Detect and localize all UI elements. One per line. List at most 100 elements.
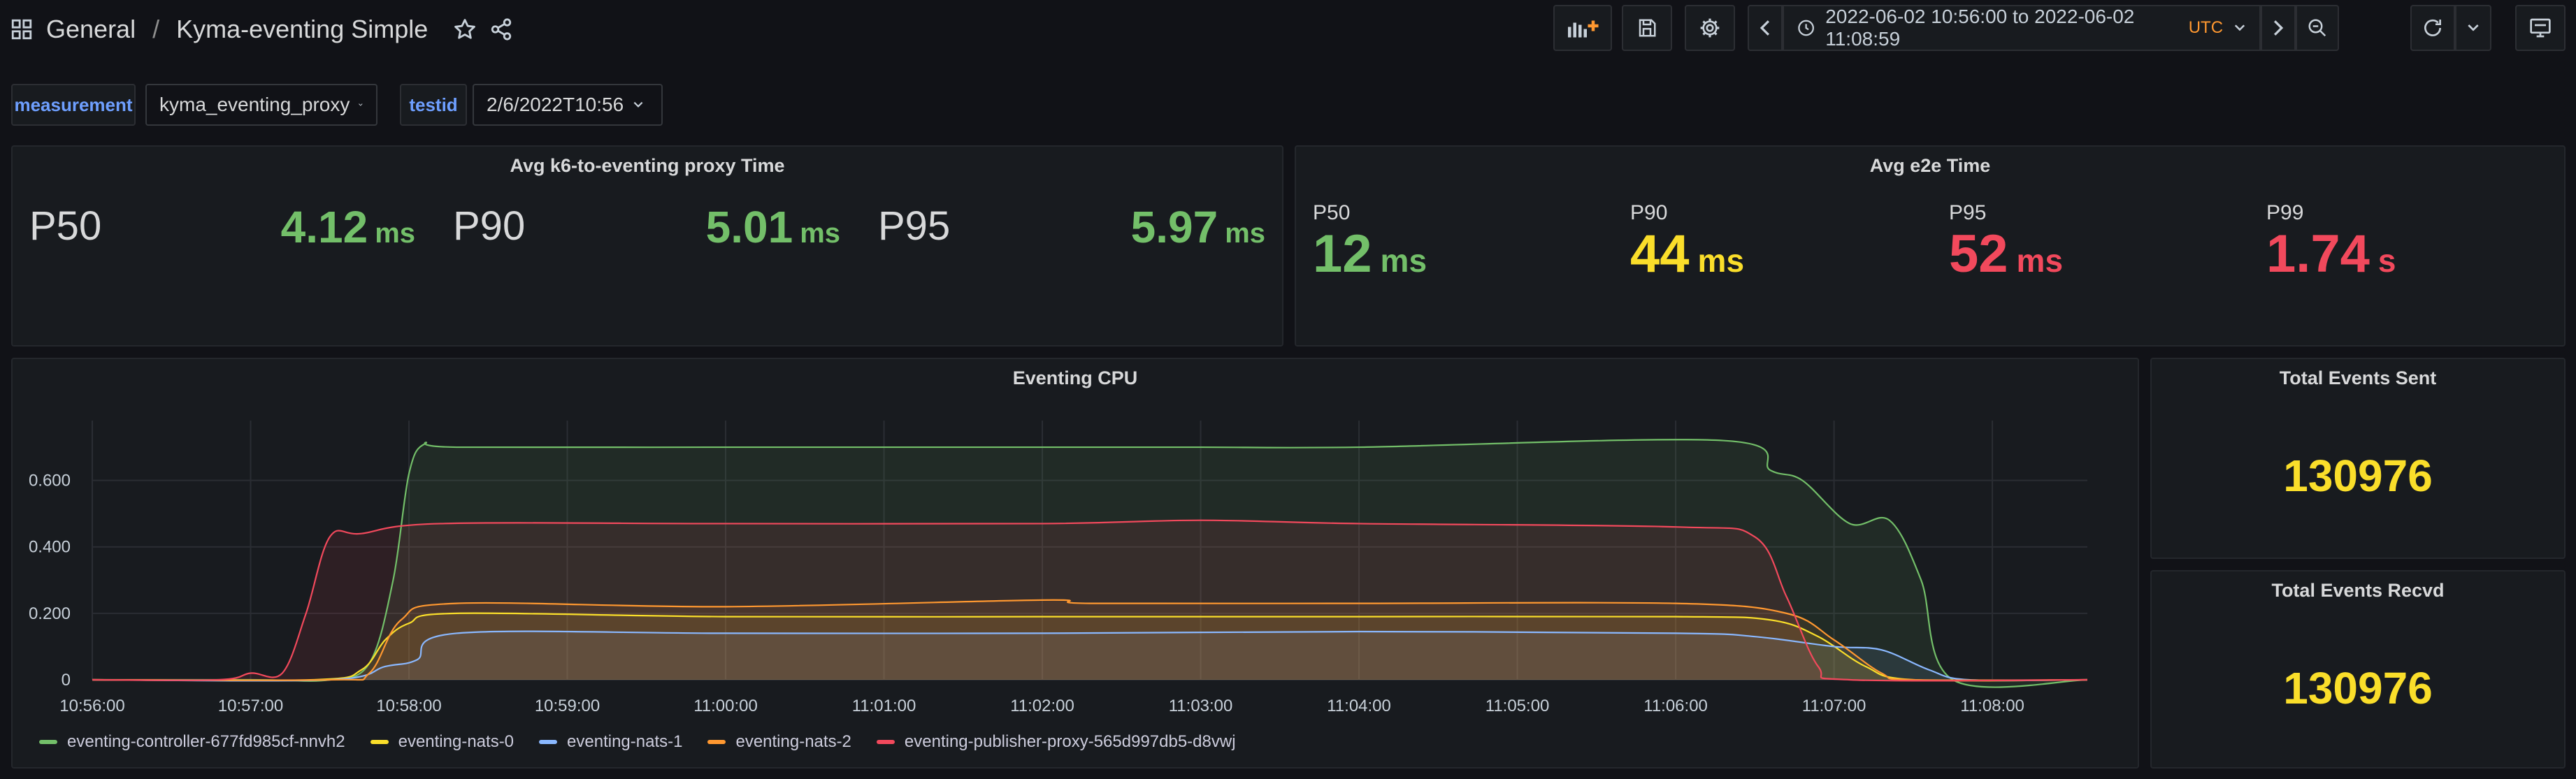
breadcrumb-separator: / xyxy=(152,15,160,43)
legend-swatch xyxy=(876,740,895,744)
save-icon xyxy=(1639,19,1656,37)
stat-unit: ms xyxy=(800,218,840,249)
chevron-down-icon xyxy=(2468,24,2479,31)
total-events-recvd-value: 130976 xyxy=(2283,663,2433,713)
stat-unit: ms xyxy=(1225,218,1265,249)
x-tick-label: 11:06:00 xyxy=(1643,697,1708,715)
stat-unit: ms xyxy=(1697,242,1745,279)
tv-mode-button[interactable] xyxy=(2515,5,2566,51)
dashboard-title[interactable]: Kyma-eventing Simple xyxy=(176,15,428,44)
y-tick-label: 0 xyxy=(62,671,71,690)
variable-label-measurement: measurement xyxy=(11,84,136,126)
x-tick-label: 11:04:00 xyxy=(1327,697,1391,715)
y-tick-label: 0.200 xyxy=(29,604,71,623)
legend-label: eventing-nats-1 xyxy=(567,732,683,751)
e2e-label-p95: P95 xyxy=(1949,201,1987,224)
dashboard-settings-button[interactable] xyxy=(1685,5,1735,51)
panel-title: Total Events Sent xyxy=(2279,367,2437,388)
chevron-down-icon xyxy=(2234,24,2245,31)
total-events-sent-panel[interactable]: Total Events Sent 130976 xyxy=(2150,358,2566,559)
time-range-picker[interactable]: 2022-06-02 10:56:00 to 2022-06-02 11:08:… xyxy=(1783,5,2261,51)
stat-number: 44 xyxy=(1630,224,1690,284)
e2e-label-p90: P90 xyxy=(1630,201,1668,224)
stat-value-p50: 4.12 ms xyxy=(281,201,415,253)
x-tick-label: 11:01:00 xyxy=(852,697,916,715)
refresh-interval-dropdown[interactable] xyxy=(2455,5,2491,51)
x-tick-label: 11:08:00 xyxy=(1960,697,2024,715)
stat-unit: ms xyxy=(1380,242,1427,279)
refresh-icon xyxy=(2424,19,2441,36)
chevron-right-icon xyxy=(2273,20,2284,36)
share-icon[interactable] xyxy=(489,17,513,41)
e2e-time-panel[interactable]: Avg e2e Time P50 12 ms P90 44 ms P95 52 ms P99 1.7… xyxy=(1295,145,2566,347)
stat-label-p50: P50 xyxy=(29,203,102,249)
zoom-out-button[interactable] xyxy=(2296,5,2339,51)
total-events-recvd-panel[interactable]: Total Events Recvd 130976 xyxy=(2150,570,2566,769)
clock-icon xyxy=(1798,20,1814,36)
testid-value: 2/6/2022T10:56 xyxy=(487,94,624,115)
x-tick-label: 10:59:00 xyxy=(535,697,600,715)
testid-select[interactable]: 2/6/2022T10:56 xyxy=(473,84,663,126)
star-icon[interactable] xyxy=(453,17,477,41)
add-panel-button[interactable] xyxy=(1553,5,1612,51)
stat-number: 5.01 xyxy=(705,202,793,252)
eventing-cpu-chart[interactable]: 10:56:00 10:57:00 10:58:00 10:59:00 11:00:00… xyxy=(11,358,2139,769)
e2e-value-p99: 1.74 s xyxy=(2266,224,2396,284)
add-panel-icon xyxy=(1568,20,1599,38)
stat-value-p90: 5.01 ms xyxy=(706,201,840,253)
legend-swatch xyxy=(707,740,726,744)
stat-label-p95: P95 xyxy=(878,203,951,249)
x-tick-label: 10:58:00 xyxy=(376,697,441,715)
e2e-value-p95: 52 ms xyxy=(1949,224,2063,284)
breadcrumb: General / Kyma-eventing Simple xyxy=(10,10,513,49)
measurement-value: kyma_eventing_proxy xyxy=(159,94,350,115)
chart-legend: eventing-controller-677fd985cf-nnvh2 even… xyxy=(39,732,1236,752)
e2e-label-p50: P50 xyxy=(1313,201,1351,224)
time-shift-back-button[interactable] xyxy=(1748,5,1783,51)
stat-unit: ms xyxy=(375,218,415,249)
chevron-down-icon xyxy=(359,103,363,106)
x-tick-label: 11:00:00 xyxy=(693,697,758,715)
legend-item[interactable]: eventing-controller-677fd985cf-nnvh2 xyxy=(39,732,345,752)
y-tick-label: 0.600 xyxy=(29,472,71,490)
breadcrumb-folder[interactable]: General xyxy=(46,15,136,44)
save-dashboard-button[interactable] xyxy=(1622,5,1672,51)
total-events-sent-value: 130976 xyxy=(2283,451,2433,501)
proxy-time-panel[interactable]: Avg k6-to-eventing proxy Time P50 4.12 ms… xyxy=(11,145,1283,347)
legend-item[interactable]: eventing-publisher-proxy-565d997db5-d8vw… xyxy=(876,732,1236,752)
stat-number: 12 xyxy=(1313,224,1372,284)
time-range-text: 2022-06-02 10:56:00 to 2022-06-02 11:08:… xyxy=(1825,6,2178,50)
stat-unit: ms xyxy=(2016,242,2064,279)
legend-item[interactable]: eventing-nats-0 xyxy=(370,732,514,752)
refresh-button[interactable] xyxy=(2410,5,2455,51)
x-tick-label: 11:02:00 xyxy=(1010,697,1074,715)
stat-value-p95: 5.97 ms xyxy=(1131,201,1265,253)
dashboards-grid-icon[interactable] xyxy=(10,17,34,41)
legend-swatch xyxy=(370,740,389,744)
monitor-icon xyxy=(2530,18,2551,38)
panel-title: Avg e2e Time xyxy=(1869,155,1991,176)
stat-number: 4.12 xyxy=(280,202,368,252)
legend-item[interactable]: eventing-nats-2 xyxy=(707,732,851,752)
legend-label: eventing-nats-2 xyxy=(735,732,851,751)
stat-number: 1.74 xyxy=(2266,224,2370,284)
time-to-word: to xyxy=(2013,6,2029,27)
e2e-value-p90: 44 ms xyxy=(1630,224,1744,284)
legend-label: eventing-publisher-proxy-565d997db5-d8vw… xyxy=(904,732,1236,751)
gear-icon xyxy=(1700,18,1720,38)
stat-number: 5.97 xyxy=(1130,202,1218,252)
x-tick-label: 11:05:00 xyxy=(1485,697,1550,715)
stat-label-p90: P90 xyxy=(453,203,526,249)
zoom-out-icon xyxy=(2308,19,2326,37)
legend-label: eventing-nats-0 xyxy=(398,732,515,751)
legend-label: eventing-controller-677fd985cf-nnvh2 xyxy=(67,732,345,751)
legend-swatch xyxy=(39,740,57,744)
e2e-value-p50: 12 ms xyxy=(1313,224,1427,284)
legend-item[interactable]: eventing-nats-1 xyxy=(539,732,682,752)
time-shift-forward-button[interactable] xyxy=(2261,5,2296,51)
chevron-down-icon xyxy=(633,101,643,108)
measurement-select[interactable]: kyma_eventing_proxy xyxy=(145,84,377,126)
variable-label-testid: testid xyxy=(400,84,467,126)
x-tick-label: 10:56:00 xyxy=(59,697,124,715)
x-tick-label: 11:03:00 xyxy=(1169,697,1233,715)
